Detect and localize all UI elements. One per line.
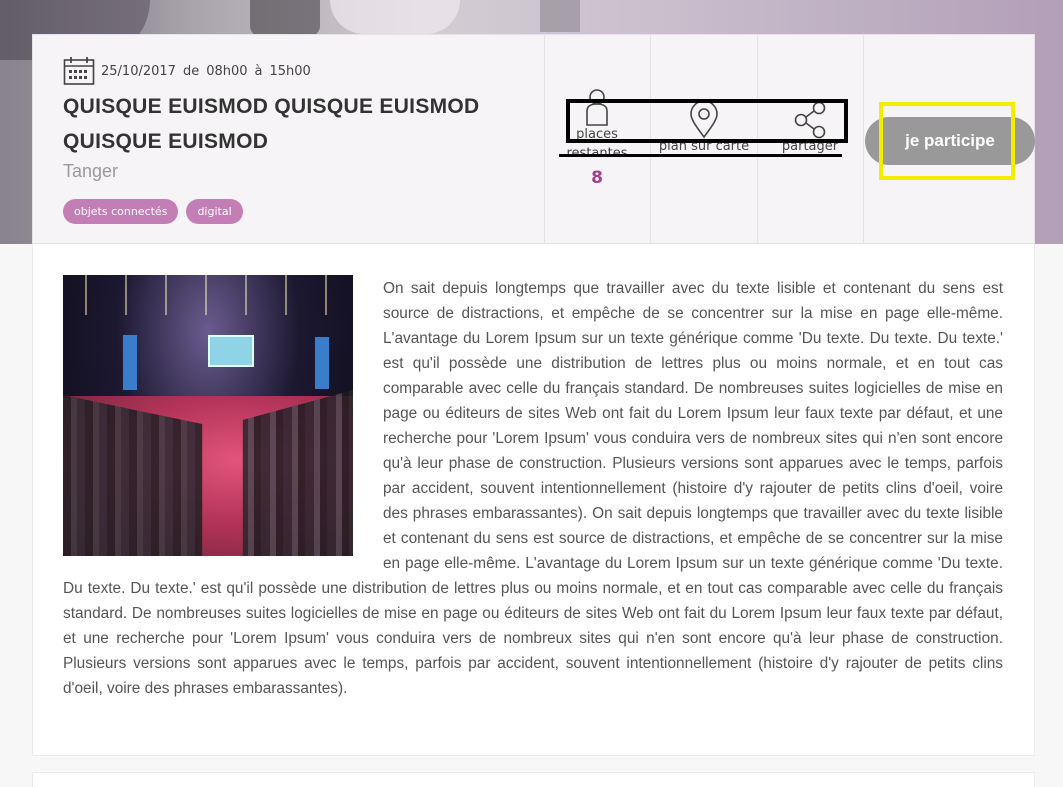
- date-to-word: à: [254, 63, 263, 79]
- event-title-line: QUISQUE EUISMOD: [63, 130, 269, 153]
- next-card: [32, 772, 1035, 787]
- highlight-box: [566, 99, 848, 143]
- column-divider: [863, 35, 864, 245]
- photo-detail: [208, 335, 254, 367]
- tag-chip[interactable]: objets connectés: [63, 199, 179, 224]
- event-tags: objets connectés digital: [63, 199, 533, 224]
- hero-decor: [540, 0, 580, 32]
- event-title-line: QUISQUE EUISMOD QUISQUE EUISMOD: [63, 95, 480, 118]
- date-from-word: de: [182, 63, 200, 79]
- event-city: Tanger: [63, 161, 119, 181]
- highlight-box-yellow: [879, 102, 1015, 180]
- places-count: 8: [591, 168, 603, 188]
- hero-decor: [0, 60, 35, 244]
- event-end-time: 15h00: [269, 63, 311, 79]
- hero-decor: [330, 0, 460, 34]
- photo-detail: [315, 337, 329, 389]
- tag-chip[interactable]: digital: [186, 199, 243, 224]
- event-content-card: On sait depuis longtemps que travailler …: [32, 244, 1035, 756]
- event-info: 25/10/2017 de 08h00 à 15h00 QUISQUE EUIS…: [63, 55, 533, 224]
- event-header-card: 25/10/2017 de 08h00 à 15h00 QUISQUE EUIS…: [32, 34, 1035, 245]
- hero-decor: [250, 0, 320, 36]
- photo-detail: [63, 275, 353, 315]
- event-date: 25/10/2017: [101, 63, 176, 79]
- highlight-underline: [559, 154, 842, 157]
- event-title: QUISQUE EUISMOD QUISQUE EUISMOD QUISQUE …: [63, 89, 533, 159]
- photo-detail: [123, 335, 137, 390]
- event-date-row: 25/10/2017 de 08h00 à 15h00: [63, 55, 533, 87]
- event-photo: [63, 275, 353, 556]
- calendar-icon: [63, 57, 95, 85]
- event-start-time: 08h00: [206, 63, 248, 79]
